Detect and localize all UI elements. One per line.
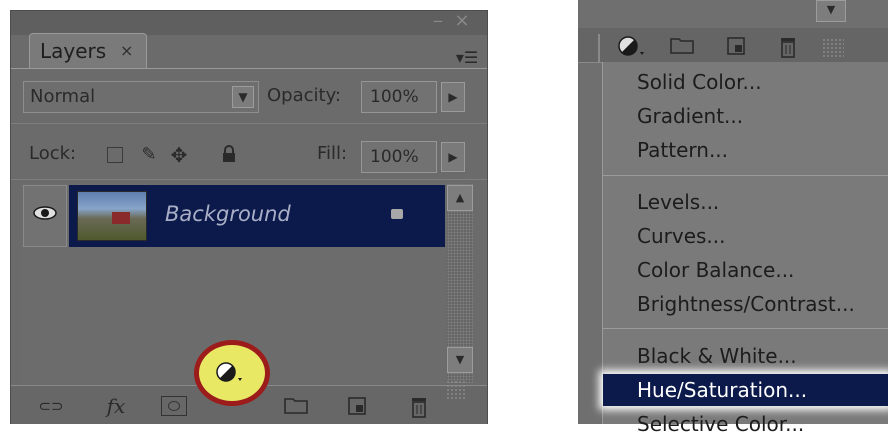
fill-input[interactable]: 100%: [361, 141, 437, 173]
menu-item-selective-color[interactable]: Selective Color...: [603, 408, 888, 440]
scroll-up-button[interactable]: ▲: [447, 185, 473, 211]
layer-thumbnail: [77, 191, 147, 241]
lock-position-icon[interactable]: ✥: [169, 145, 189, 165]
fill-value: 100%: [370, 147, 419, 167]
menu-separator: [603, 328, 888, 329]
menu-separator: [603, 175, 888, 176]
adjustment-layer-menu: Solid Color... Gradient... Pattern... Le…: [602, 62, 888, 436]
menu-item-label: Solid Color...: [637, 70, 762, 94]
menu-item-curves[interactable]: Curves...: [603, 220, 888, 252]
scroll-down-button[interactable]: ▼: [447, 347, 473, 373]
blend-mode-select[interactable]: Normal ▼: [23, 81, 259, 113]
menu-item-gradient[interactable]: Gradient...: [603, 100, 888, 132]
menu-item-label: Color Balance...: [637, 258, 795, 282]
menu-item-black-white[interactable]: Black & White...: [603, 340, 888, 372]
new-group-folder-icon[interactable]: [668, 36, 696, 58]
divider: [11, 123, 487, 124]
new-layer-icon[interactable]: [345, 396, 369, 416]
adjustment-layer-icon[interactable]: [618, 36, 646, 58]
menu-item-label: Curves...: [637, 224, 726, 248]
opacity-input[interactable]: 100%: [361, 81, 437, 113]
menu-item-color-balance[interactable]: Color Balance...: [603, 254, 888, 286]
tab-layers[interactable]: Layers ×: [29, 33, 147, 69]
chevron-down-icon[interactable]: ▼: [232, 86, 254, 108]
opacity-slider-button[interactable]: ▶: [441, 82, 465, 112]
layer-row-background[interactable]: Background: [69, 185, 445, 247]
divider: [598, 34, 600, 62]
adjustment-menu-panel: ▼ Solid Color... Gradient... Pattern... …: [578, 0, 888, 436]
lock-image-pixels-icon[interactable]: ✎: [139, 145, 159, 165]
menu-item-label: Levels...: [637, 190, 720, 214]
collapse-panel-button[interactable]: ‒: [429, 13, 447, 29]
mask-circle: [168, 401, 180, 411]
tab-divider: [11, 68, 487, 69]
layer-visibility-toggle[interactable]: [23, 185, 67, 247]
menu-item-label: Selective Color...: [637, 412, 805, 436]
menu-item-label: Pattern...: [637, 138, 729, 162]
fill-label: Fill:: [317, 143, 348, 164]
eye-icon: [33, 206, 57, 220]
menu-item-label: Hue/Saturation...: [637, 378, 808, 402]
tab-close-icon[interactable]: ×: [120, 41, 133, 60]
panel-menu-icon[interactable]: ▾☰: [455, 49, 479, 67]
thumbnail-detail: [112, 212, 130, 224]
opacity-value: 100%: [370, 87, 419, 107]
resize-grip[interactable]: [446, 380, 466, 400]
menu-item-label: Black & White...: [637, 344, 797, 368]
tab-layers-label: Layers: [40, 39, 107, 63]
close-panel-button[interactable]: ×: [453, 12, 471, 30]
menu-item-label: Brightness/Contrast...: [637, 292, 855, 316]
trash-icon[interactable]: [407, 396, 431, 418]
trash-icon[interactable]: [776, 36, 800, 58]
layer-lock-icon: [391, 209, 403, 219]
menu-item-pattern[interactable]: Pattern...: [603, 134, 888, 166]
panel-title-bar: ‒ ×: [11, 11, 487, 35]
menu-item-brightness-contrast[interactable]: Brightness/Contrast...: [603, 288, 888, 320]
link-layers-icon[interactable]: ⊂⊃: [33, 396, 69, 416]
menu-item-solid-color[interactable]: Solid Color...: [603, 66, 888, 98]
menu-item-levels[interactable]: Levels...: [603, 186, 888, 218]
lock-all-icon[interactable]: [219, 145, 239, 165]
blend-mode-value: Normal: [30, 86, 96, 107]
menu-item-label: Gradient...: [637, 104, 744, 128]
scroll-down-button[interactable]: ▼: [816, 0, 846, 22]
adjustment-layer-icon[interactable]: [216, 362, 244, 384]
lock-label: Lock:: [29, 143, 77, 164]
fx-icon[interactable]: fx: [99, 396, 133, 416]
menu-item-hue-saturation[interactable]: Hue/Saturation...: [603, 374, 888, 406]
opacity-label: Opacity:: [267, 85, 341, 106]
lock-transparent-pixels-icon[interactable]: [107, 147, 123, 163]
new-layer-icon[interactable]: [724, 36, 748, 58]
divider: [11, 179, 487, 180]
add-mask-icon[interactable]: [161, 396, 187, 416]
new-group-folder-icon[interactable]: [283, 396, 309, 416]
resize-grip[interactable]: [822, 38, 844, 58]
layer-name[interactable]: Background: [165, 202, 291, 226]
fill-slider-button[interactable]: ▶: [441, 142, 465, 172]
